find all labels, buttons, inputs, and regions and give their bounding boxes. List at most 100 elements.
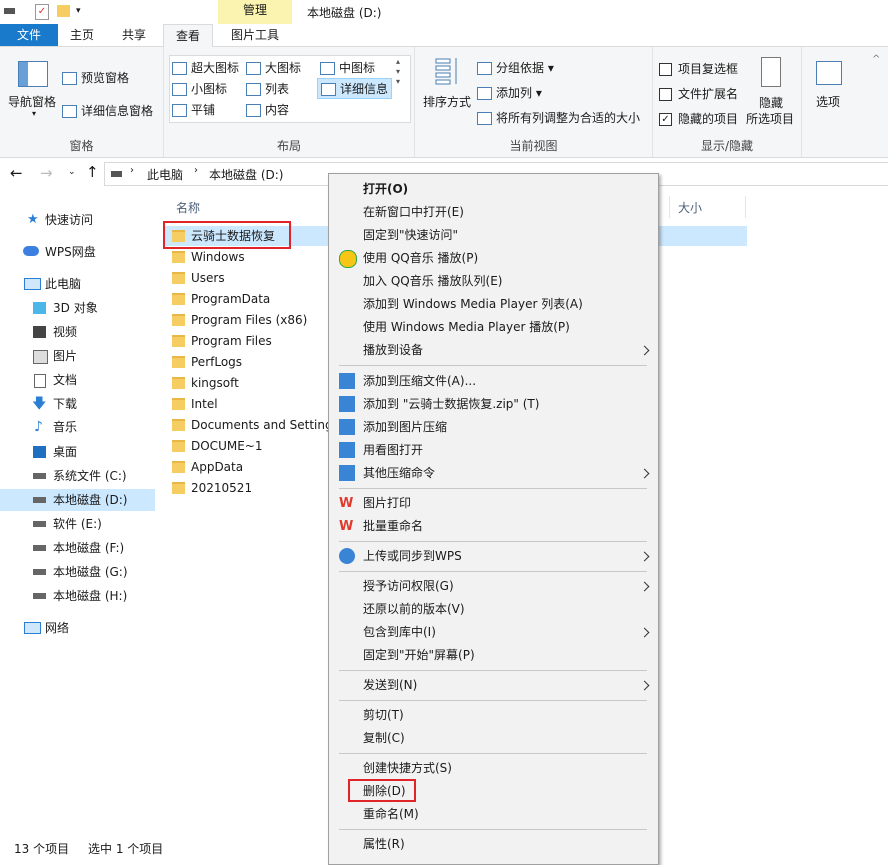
nav-drive-e[interactable]: 软件 (E:) (0, 513, 155, 535)
details-option[interactable]: 详细信息 (317, 78, 393, 99)
menu-add-named-zip[interactable]: 添加到 "云骑士数据恢复.zip" (T) (363, 393, 539, 415)
nav-downloads[interactable]: 🡇 下载 (0, 393, 155, 415)
menu-wmp-list[interactable]: 添加到 Windows Media Player 列表(A) (363, 293, 583, 315)
file-row[interactable]: 20210521 (172, 478, 252, 498)
file-row[interactable]: Users (172, 268, 225, 288)
nav-this-pc[interactable]: 此电脑 (0, 273, 155, 295)
recent-dropdown-icon[interactable]: ⌄ (68, 167, 76, 177)
gallery-scroll-icon[interactable]: ▴ ▾ ▾ (396, 57, 400, 87)
column-divider[interactable] (669, 196, 670, 218)
fit-columns-button[interactable]: 将所有列调整为合适的大小 (477, 109, 640, 126)
list-option[interactable]: 列表 (246, 80, 289, 97)
back-arrow-icon[interactable]: ← (10, 164, 23, 182)
hide-selected-label-2[interactable]: 所选项目 (746, 110, 794, 127)
tab-share[interactable]: 共享 (114, 24, 154, 46)
nav-quick-access[interactable]: ★ 快速访问 (0, 209, 155, 231)
menu-rename[interactable]: 重命名(M) (363, 803, 419, 825)
file-row[interactable]: ProgramData (172, 289, 270, 309)
file-row[interactable]: Intel (172, 394, 218, 414)
menu-copy[interactable]: 复制(C) (363, 727, 405, 749)
file-row[interactable]: Program Files (172, 331, 272, 351)
breadcrumb-drive[interactable]: 本地磁盘 (D:) (209, 166, 283, 183)
new-folder-icon[interactable] (57, 5, 70, 17)
menu-wmp-play[interactable]: 使用 Windows Media Player 播放(P) (363, 316, 570, 338)
hidden-items-toggle[interactable]: ✓ 隐藏的项目 (659, 110, 738, 127)
collapse-ribbon-icon[interactable]: ^ (872, 54, 880, 65)
nav-pictures[interactable]: 图片 (0, 345, 155, 367)
large-icons-option[interactable]: 大图标 (246, 59, 301, 76)
nav-drive-g[interactable]: 本地磁盘 (G:) (0, 561, 155, 583)
tiles-option[interactable]: 平铺 (172, 101, 215, 118)
menu-cast-to-device[interactable]: 播放到设备 (363, 339, 423, 361)
hide-selected-label-1[interactable]: 隐藏 (759, 94, 783, 111)
file-row[interactable]: 云骑士数据恢复 (172, 226, 275, 246)
tab-view[interactable]: 查看 (163, 24, 213, 48)
nav-drive-h[interactable]: 本地磁盘 (H:) (0, 585, 155, 607)
menu-qq-play[interactable]: 使用 QQ音乐 播放(P) (363, 247, 478, 269)
preview-pane-button[interactable]: 预览窗格 (62, 69, 129, 86)
xl-icons-option[interactable]: 超大图标 (172, 59, 239, 76)
menu-add-archive[interactable]: 添加到压缩文件(A)... (363, 370, 476, 392)
forward-arrow-icon[interactable]: → (40, 164, 53, 182)
menu-properties[interactable]: 属性(R) (363, 833, 405, 855)
nav-documents[interactable]: 文档 (0, 369, 155, 391)
current-view-group: 排序方式 分组依据 ▾ 添加列 ▾ 将所有列调整为合适的大小 当前视图 (415, 47, 653, 157)
menu-upload-wps[interactable]: 上传或同步到WPS (363, 545, 462, 567)
nav-network[interactable]: 网络 (0, 617, 155, 639)
menu-add-image-compress[interactable]: 添加到图片压缩 (363, 416, 447, 438)
menu-picture-print[interactable]: 图片打印 (363, 492, 411, 514)
menu-send-to[interactable]: 发送到(N) (363, 674, 417, 696)
item-checkboxes-toggle[interactable]: 项目复选框 (659, 60, 738, 77)
nav-drive-c[interactable]: 系统文件 (C:) (0, 465, 155, 487)
menu-open-new-window[interactable]: 在新窗口中打开(E) (363, 201, 464, 223)
properties-icon[interactable]: ✓ (35, 4, 49, 20)
file-row[interactable]: Program Files (x86) (172, 310, 307, 330)
menu-open[interactable]: 打开(O) (363, 178, 408, 200)
menu-open-with-viewer[interactable]: 用看图打开 (363, 439, 423, 461)
group-by-button[interactable]: 分组依据 ▾ (477, 59, 554, 76)
file-row[interactable]: AppData (172, 457, 243, 477)
file-row[interactable]: PerfLogs (172, 352, 242, 372)
nav-pane-button[interactable]: 导航窗格 (8, 93, 56, 110)
file-row[interactable]: DOCUME~1 (172, 436, 262, 456)
menu-other-compress[interactable]: 其他压缩命令 (363, 462, 435, 484)
tab-picture-tools[interactable]: 图片工具 (220, 24, 290, 46)
nav-drive-f[interactable]: 本地磁盘 (F:) (0, 537, 155, 559)
menu-grant-access[interactable]: 授予访问权限(G) (363, 575, 454, 597)
options-button[interactable]: 选项 (816, 93, 840, 110)
nav-music[interactable]: ♪ 音乐 (0, 416, 155, 438)
menu-batch-rename[interactable]: 批量重命名 (363, 515, 423, 537)
file-row[interactable]: kingsoft (172, 373, 239, 393)
tab-home[interactable]: 主页 (62, 24, 102, 46)
file-row[interactable]: Windows (172, 247, 245, 267)
up-arrow-icon[interactable]: ↑ (86, 163, 99, 181)
column-name[interactable]: 名称 (176, 199, 200, 216)
medium-icons-option[interactable]: 中图标 (320, 59, 375, 76)
nav-wps-drive[interactable]: WPS网盘 (0, 241, 155, 263)
nav-drive-d[interactable]: 本地磁盘 (D:) (0, 489, 155, 511)
tab-file[interactable]: 文件 (0, 24, 58, 46)
file-row[interactable]: Documents and Settings (172, 415, 339, 435)
add-column-button[interactable]: 添加列 ▾ (477, 84, 542, 101)
menu-qq-queue[interactable]: 加入 QQ音乐 播放队列(E) (363, 270, 502, 292)
file-ext-toggle[interactable]: 文件扩展名 (659, 85, 738, 102)
breadcrumb-pc[interactable]: 此电脑 (147, 166, 183, 183)
menu-pin-quick-access[interactable]: 固定到"快速访问" (363, 224, 458, 246)
sort-by-button[interactable]: 排序方式 (423, 93, 471, 110)
menu-cut[interactable]: 剪切(T) (363, 704, 404, 726)
nav-3d-objects[interactable]: 3D 对象 (0, 297, 155, 319)
menu-restore-versions[interactable]: 还原以前的版本(V) (363, 598, 465, 620)
wps-icon: W (339, 496, 354, 511)
menu-include-library[interactable]: 包含到库中(I) (363, 621, 436, 643)
small-icons-option[interactable]: 小图标 (172, 80, 227, 97)
column-divider[interactable] (745, 196, 746, 218)
nav-videos[interactable]: 视频 (0, 321, 155, 343)
menu-pin-start[interactable]: 固定到"开始"屏幕(P) (363, 644, 475, 666)
download-arrow-icon: 🡇 (32, 396, 47, 412)
menu-create-shortcut[interactable]: 创建快捷方式(S) (363, 757, 452, 779)
quick-access-dropdown-icon[interactable]: ▾ (76, 6, 81, 16)
content-option[interactable]: 内容 (246, 101, 289, 118)
nav-desktop[interactable]: 桌面 (0, 441, 155, 463)
column-size[interactable]: 大小 (678, 199, 702, 216)
details-pane-button[interactable]: 详细信息窗格 (62, 102, 153, 119)
